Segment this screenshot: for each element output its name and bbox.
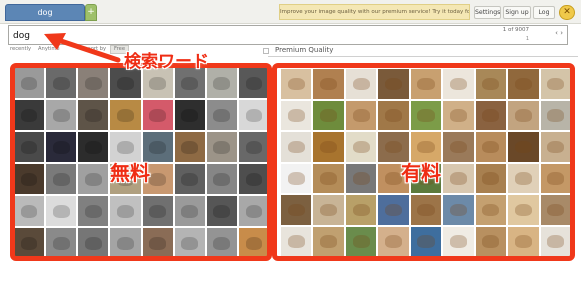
- premium-quality-label: Premium Quality: [275, 46, 334, 54]
- premium-promo-banner[interactable]: Improve your image quality with our prem…: [279, 4, 470, 20]
- page-indicator: 1: [525, 36, 529, 42]
- search-input[interactable]: [13, 29, 463, 42]
- tab-dog[interactable]: dog: [5, 4, 85, 21]
- sign-up-button[interactable]: Sign up: [503, 6, 531, 19]
- filter-anytime[interactable]: Anytime: [38, 45, 60, 54]
- premium-quality-checkbox[interactable]: [263, 48, 269, 54]
- filter-recently[interactable]: recently: [10, 45, 31, 54]
- filter-sort-by[interactable]: sort by: [88, 45, 106, 54]
- settings-button[interactable]: Settings: [474, 6, 501, 19]
- app-window: dog + Improve your image quality with ou…: [0, 0, 581, 288]
- annotation-search-keyword: 検索ワード: [124, 52, 209, 72]
- premium-divider: [268, 56, 578, 57]
- log-in-button[interactable]: Log: [533, 6, 555, 19]
- search-bar: 1 of 9007 1 ‹ ›: [8, 25, 568, 45]
- pagination-arrows[interactable]: ‹ ›: [555, 29, 563, 37]
- close-icon[interactable]: ✕: [559, 5, 575, 20]
- top-toolbar: dog + Improve your image quality with ou…: [0, 0, 581, 24]
- new-tab-button[interactable]: +: [85, 4, 97, 21]
- annotation-paid: 有料: [401, 161, 441, 185]
- annotation-free: 無料: [110, 161, 150, 185]
- page-counter: 1 of 9007: [502, 27, 529, 33]
